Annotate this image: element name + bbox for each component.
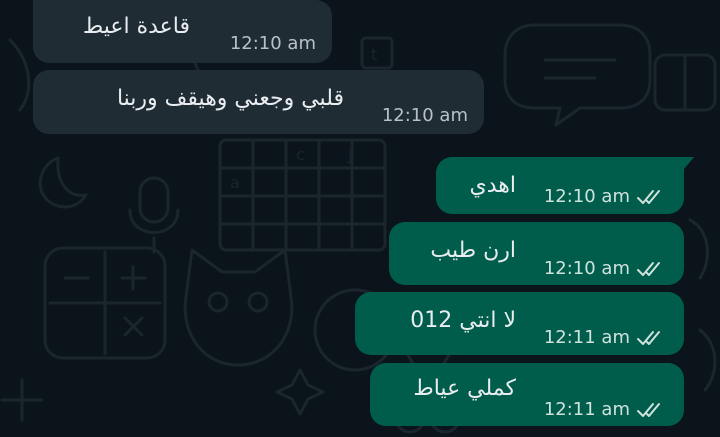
message-meta: 12:11 am	[544, 399, 668, 420]
message-meta: 12:10 am	[382, 105, 468, 126]
message-text: ارن طيب	[430, 238, 516, 263]
message-bubble-outgoing[interactable]: لا انتي 012 12:11 am	[355, 292, 684, 355]
message-meta: 12:10 am	[544, 258, 668, 279]
message-time: 12:10 am	[543, 258, 630, 279]
message-meta: 12:10 am	[544, 186, 668, 207]
message-time: 12:10 am	[229, 33, 316, 54]
message-time: 12:11 am	[543, 327, 630, 348]
double-check-icon	[636, 188, 668, 206]
message-text: قاعدة اعيط	[82, 14, 190, 39]
bubble-tail	[674, 157, 694, 175]
message-time: 12:10 am	[381, 105, 468, 126]
double-check-icon	[636, 401, 668, 419]
message-bubble-incoming[interactable]: قلبي وجعني وهيقف وربنا 12:10 am	[33, 70, 484, 134]
double-check-icon	[636, 260, 668, 278]
message-text: اهدي	[469, 173, 516, 198]
message-time: 12:11 am	[543, 399, 630, 420]
message-bubble-outgoing[interactable]: كملي عياط 12:11 am	[370, 363, 684, 426]
message-meta: 12:11 am	[544, 327, 668, 348]
message-time: 12:10 am	[543, 186, 630, 207]
message-bubble-incoming[interactable]: قاعدة اعيط 12:10 am	[33, 0, 332, 63]
message-bubble-outgoing[interactable]: ارن طيب 12:10 am	[389, 222, 684, 285]
message-meta: 12:10 am	[230, 33, 316, 54]
double-check-icon	[636, 329, 668, 347]
chat-thread: قاعدة اعيط 12:10 am قلبي وجعني وهيقف ورب…	[0, 0, 720, 437]
message-bubble-outgoing[interactable]: اهدي 12:10 am	[436, 157, 694, 214]
message-text: لا انتي 012	[410, 308, 516, 333]
message-text: كملي عياط	[413, 376, 516, 401]
message-text: قلبي وجعني وهيقف وربنا	[116, 86, 344, 111]
